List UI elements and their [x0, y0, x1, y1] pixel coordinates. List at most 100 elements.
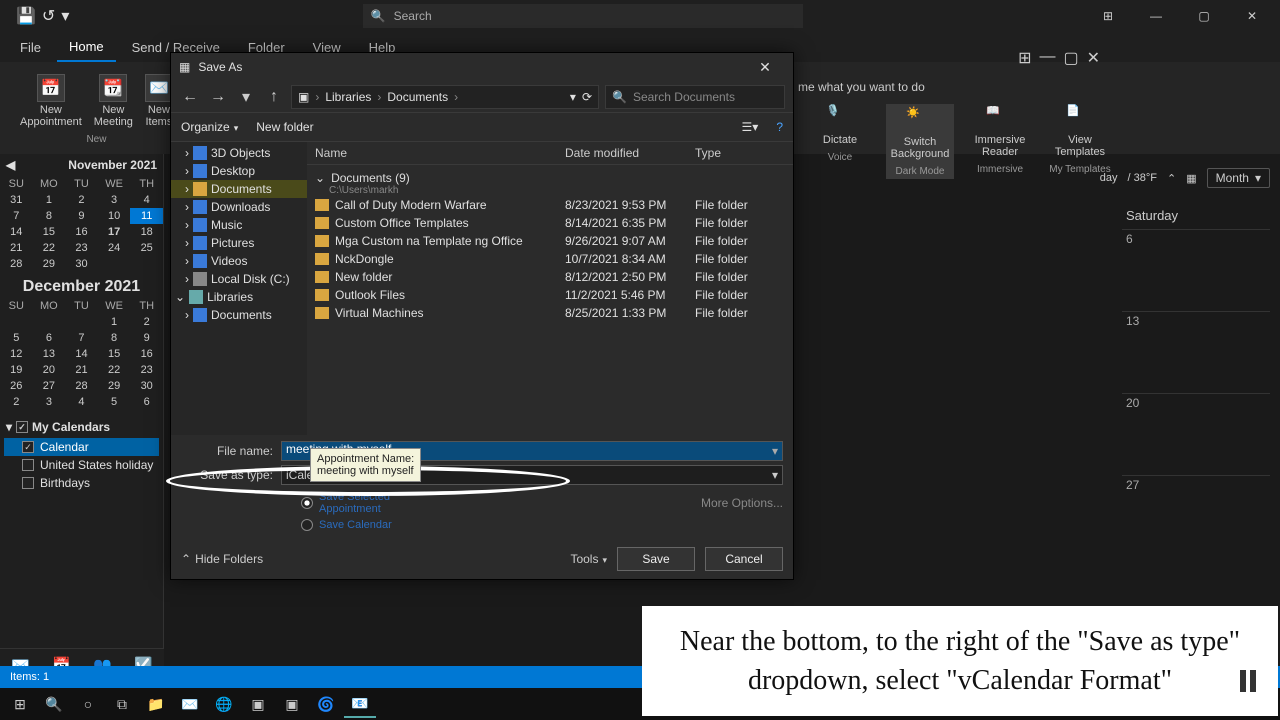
cancel-button[interactable]: Cancel — [705, 547, 783, 571]
mail-app-icon[interactable]: ✉️ — [174, 690, 206, 718]
mini-day[interactable] — [98, 256, 131, 272]
file-row[interactable]: Call of Duty Modern Warfare8/23/2021 9:5… — [307, 196, 793, 214]
save-button[interactable]: Save — [617, 547, 695, 571]
save-icon[interactable]: 💾 — [16, 6, 36, 26]
tree-local-disk[interactable]: ›Local Disk (C:) — [171, 270, 307, 288]
week-cell[interactable]: 13 — [1122, 311, 1270, 393]
sec-close-button[interactable]: ✕ — [1087, 48, 1100, 68]
tree-lib-documents[interactable]: ›Documents — [171, 306, 307, 324]
mini-day[interactable]: 29 — [33, 256, 66, 272]
file-row[interactable]: NckDongle10/7/2021 8:34 AMFile folder — [307, 250, 793, 268]
calendar-checkbox[interactable] — [22, 441, 34, 453]
mini-day[interactable]: 5 — [98, 394, 131, 410]
more-options-button[interactable]: More Options... — [701, 496, 783, 510]
task-view-icon[interactable]: ⧉ — [106, 690, 138, 718]
qat-more-icon[interactable]: ▾ — [61, 6, 69, 26]
tell-me-text[interactable]: me what you want to do — [798, 80, 925, 94]
mini-day[interactable]: 28 — [65, 378, 98, 394]
outlook-taskbar-icon[interactable]: 📧 — [344, 690, 376, 718]
week-cell[interactable]: 20 — [1122, 393, 1270, 475]
mini-day[interactable] — [65, 314, 98, 330]
mini-day[interactable]: 14 — [0, 224, 33, 240]
mini-day[interactable]: 8 — [98, 330, 131, 346]
file-row[interactable]: Custom Office Templates8/14/2021 6:35 PM… — [307, 214, 793, 232]
mini-day[interactable]: 7 — [65, 330, 98, 346]
mini-day[interactable]: 3 — [33, 394, 66, 410]
view-templates-button[interactable]: 📄 View Templates My Templates — [1046, 104, 1114, 179]
tab-file[interactable]: File — [8, 34, 53, 61]
start-button[interactable]: ⊞ — [4, 690, 36, 718]
search-documents-input[interactable]: 🔍 Search Documents — [605, 85, 785, 109]
calendar-item[interactable]: United States holiday — [4, 456, 159, 474]
mini-day[interactable]: 31 — [0, 192, 33, 208]
week-cell[interactable]: 6 — [1122, 229, 1270, 311]
mini-day[interactable] — [33, 314, 66, 330]
breadcrumb-dropdown-icon[interactable]: ▾ — [570, 90, 576, 104]
recent-dropdown[interactable]: ▾ — [235, 86, 257, 108]
mini-day[interactable] — [0, 314, 33, 330]
mini-day[interactable]: 14 — [65, 346, 98, 362]
calendar-icon[interactable]: ▦ — [1186, 172, 1196, 185]
breadcrumb-libraries[interactable]: Libraries — [325, 90, 371, 104]
mini-day[interactable]: 13 — [33, 346, 66, 362]
tree-3d-objects[interactable]: ›3D Objects — [171, 144, 307, 162]
mini-day[interactable]: 26 — [0, 378, 33, 394]
prev-month-icon[interactable]: ◀ — [6, 158, 15, 172]
mini-day[interactable]: 21 — [0, 240, 33, 256]
mini-day[interactable]: 10 — [98, 208, 131, 224]
new-meeting-button[interactable]: 📆 New Meeting — [88, 70, 139, 132]
pause-icon[interactable] — [1240, 670, 1256, 692]
mini-day[interactable]: 16 — [65, 224, 98, 240]
mini-day[interactable]: 15 — [33, 224, 66, 240]
mini-day[interactable]: 20 — [33, 362, 66, 378]
tree-desktop[interactable]: ›Desktop — [171, 162, 307, 180]
mini-day[interactable]: 4 — [130, 192, 163, 208]
mini-day[interactable]: 18 — [130, 224, 163, 240]
immersive-reader-button[interactable]: 📖 Immersive Reader Immersive — [966, 104, 1034, 179]
mini-calendar-nov[interactable]: SUMOTUWETH311234789101114151617182122232… — [0, 176, 163, 272]
mini-day[interactable]: 25 — [130, 240, 163, 256]
ribbon-display-options-icon[interactable]: ⊞ — [1088, 2, 1128, 30]
file-row[interactable]: Virtual Machines8/25/2021 1:33 PMFile fo… — [307, 304, 793, 322]
mini-day[interactable]: 21 — [65, 362, 98, 378]
switch-background-button[interactable]: ☀️ Switch Background Dark Mode — [886, 104, 954, 179]
sec-ribbon-options-icon[interactable]: ⊞ — [1018, 48, 1031, 68]
file-explorer-icon[interactable]: 📁 — [140, 690, 172, 718]
maximize-button[interactable]: ▢ — [1184, 2, 1224, 30]
minimize-button[interactable]: — — [1136, 2, 1176, 30]
mini-day[interactable]: 8 — [33, 208, 66, 224]
mini-day[interactable]: 11 — [130, 208, 163, 224]
mini-day[interactable]: 2 — [130, 314, 163, 330]
back-button[interactable]: ← — [179, 86, 201, 108]
file-row[interactable]: Outlook Files11/2/2021 5:46 PMFile folde… — [307, 286, 793, 304]
view-options-icon[interactable]: ☰▾ — [742, 120, 759, 134]
radio-button[interactable] — [301, 497, 313, 509]
mini-day[interactable]: 5 — [0, 330, 33, 346]
mini-day[interactable]: 27 — [33, 378, 66, 394]
mini-day[interactable]: 3 — [98, 192, 131, 208]
mini-day[interactable]: 1 — [98, 314, 131, 330]
radio-save-calendar[interactable]: Save Calendar — [181, 517, 783, 533]
mini-day[interactable]: 22 — [33, 240, 66, 256]
file-row[interactable]: New folder8/12/2021 2:50 PMFile folder — [307, 268, 793, 286]
col-type[interactable]: Type — [695, 146, 785, 160]
mini-day[interactable]: 2 — [65, 192, 98, 208]
tree-pictures[interactable]: ›Pictures — [171, 234, 307, 252]
new-appointment-button[interactable]: 📅 New Appointment — [14, 70, 88, 132]
mini-day[interactable]: 23 — [65, 240, 98, 256]
file-row[interactable]: Mga Custom na Template ng Office9/26/202… — [307, 232, 793, 250]
my-calendars-checkbox[interactable] — [16, 421, 28, 433]
tree-downloads[interactable]: ›Downloads — [171, 198, 307, 216]
mini-day[interactable]: 9 — [130, 330, 163, 346]
undo-icon[interactable]: ↺ — [42, 6, 55, 26]
collapse-icon[interactable]: ⌃ — [1167, 172, 1176, 185]
close-button[interactable]: ✕ — [1232, 2, 1272, 30]
edge-icon[interactable]: 🌀 — [310, 690, 342, 718]
radio-button[interactable] — [301, 519, 313, 531]
mini-day[interactable]: 6 — [33, 330, 66, 346]
mini-day[interactable] — [130, 256, 163, 272]
mini-day[interactable]: 9 — [65, 208, 98, 224]
group-title[interactable]: ⌄Documents (9) — [315, 171, 785, 185]
app-icon[interactable]: ▣ — [242, 690, 274, 718]
mini-day[interactable]: 23 — [130, 362, 163, 378]
